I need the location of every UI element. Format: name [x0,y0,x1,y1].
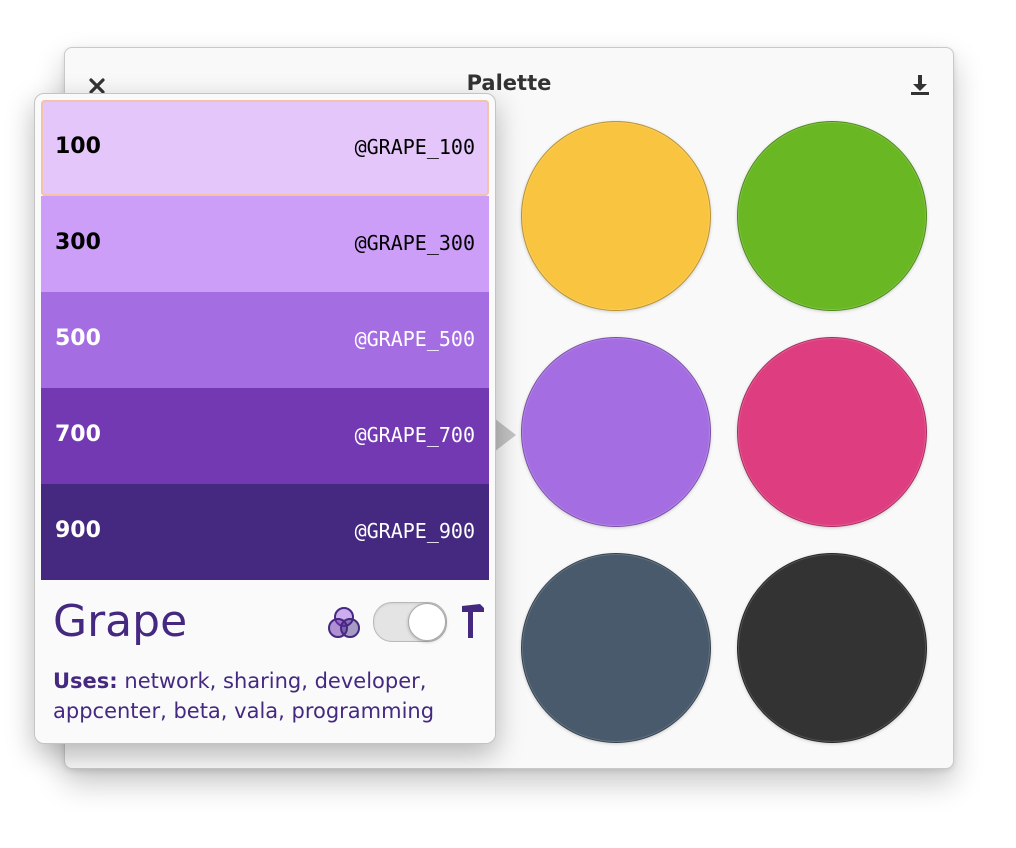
color-popover: 100 @GRAPE_100 300 @GRAPE_300 500 @GRAPE… [34,93,496,744]
shade-variable: @GRAPE_100 [354,135,475,159]
shade-label: 900 [55,518,101,543]
shade-row-300[interactable]: 300 @GRAPE_300 [41,196,489,292]
swatch-grape[interactable] [521,337,711,527]
shade-label: 300 [55,230,101,255]
swatch-strawberry[interactable] [737,337,927,527]
swatch-black[interactable] [737,553,927,743]
shade-row-900[interactable]: 900 @GRAPE_900 [41,484,489,580]
swatch-lime[interactable] [737,121,927,311]
shade-label: 500 [55,326,101,351]
shade-label: 100 [55,134,101,159]
download-icon [911,75,929,95]
shade-label: 700 [55,422,101,447]
toggle-knob [408,603,446,641]
color-name: Grape [53,596,188,647]
color-blend-icon[interactable] [327,606,361,640]
hammer-icon[interactable] [459,602,487,640]
shade-variable: @GRAPE_500 [354,327,475,351]
swatch-slate[interactable] [521,553,711,743]
shade-row-700[interactable]: 700 @GRAPE_700 [41,388,489,484]
swatch-banana[interactable] [521,121,711,311]
window-title: Palette [466,71,552,95]
uses-label: Uses: [53,669,118,693]
popover-pointer [494,418,516,452]
uses-description: Uses: network, sharing, developer, appce… [53,666,473,726]
shade-list: 100 @GRAPE_100 300 @GRAPE_300 500 @GRAPE… [41,100,489,580]
shade-variable: @GRAPE_700 [354,423,475,447]
shade-row-500[interactable]: 500 @GRAPE_500 [41,292,489,388]
toggle-switch[interactable] [373,602,447,642]
shade-variable: @GRAPE_300 [354,231,475,255]
shade-variable: @GRAPE_900 [354,519,475,543]
export-button[interactable] [905,70,935,100]
shade-row-100[interactable]: 100 @GRAPE_100 [41,100,489,196]
